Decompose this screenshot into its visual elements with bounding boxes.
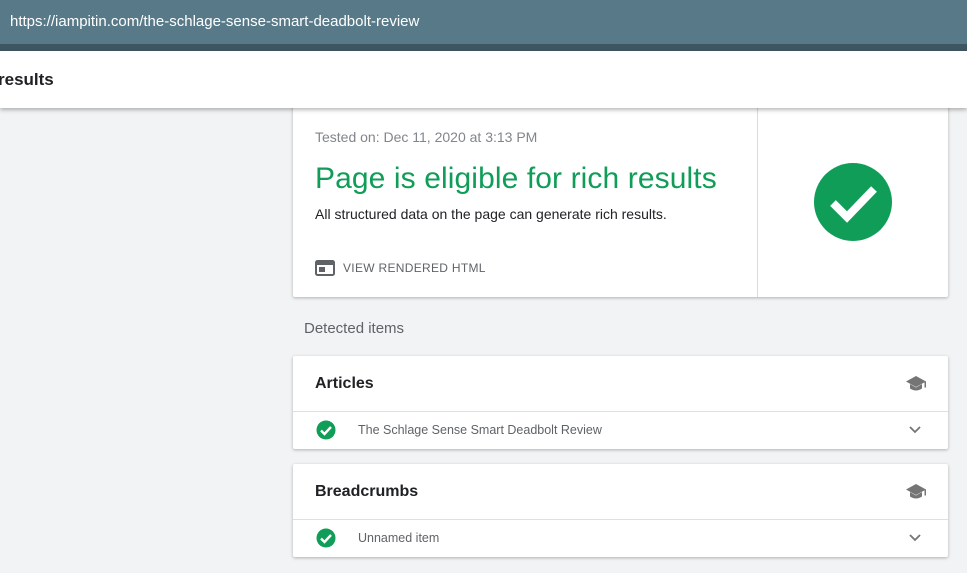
app-header: results <box>0 51 967 108</box>
check-circle-icon <box>316 420 336 440</box>
check-circle-icon <box>814 163 892 241</box>
eligibility-status-title: Page is eligible for rich results <box>315 162 717 195</box>
chevron-down-icon[interactable] <box>907 423 923 437</box>
summary-divider <box>757 100 758 297</box>
tested-on-timestamp: Tested on: Dec 11, 2020 at 3:13 PM <box>315 129 538 145</box>
group-header: Breadcrumbs <box>293 464 948 520</box>
address-bar[interactable]: https://iampitin.com/the-schlage-sense-s… <box>0 0 967 44</box>
group-title: Breadcrumbs <box>315 483 419 500</box>
browser-window-icon <box>315 260 335 276</box>
eligibility-status-description: All structured data on the page can gene… <box>315 206 667 222</box>
browser-toolbar-strip <box>0 44 967 51</box>
group-header: Articles <box>293 356 948 412</box>
detected-item-label: Unnamed item <box>358 531 440 545</box>
view-rendered-html-button[interactable]: VIEW RENDERED HTML <box>315 258 486 278</box>
graduation-cap-icon[interactable] <box>905 374 927 394</box>
page-title: results <box>0 70 54 89</box>
detected-group-breadcrumbs: Breadcrumbs Unnamed item <box>293 464 948 557</box>
url-text: https://iampitin.com/the-schlage-sense-s… <box>10 13 420 30</box>
view-rendered-html-label: VIEW RENDERED HTML <box>343 261 486 275</box>
check-circle-icon <box>316 528 336 548</box>
chevron-down-icon[interactable] <box>907 531 923 545</box>
graduation-cap-icon[interactable] <box>905 482 927 502</box>
detected-group-articles: Articles The Schlage Sense Smart Deadbol… <box>293 356 948 449</box>
detected-item-label: The Schlage Sense Smart Deadbolt Review <box>358 423 602 437</box>
detected-item-row[interactable]: The Schlage Sense Smart Deadbolt Review <box>293 412 948 449</box>
detected-items-heading: Detected items <box>304 320 405 337</box>
result-summary-card: Tested on: Dec 11, 2020 at 3:13 PM Page … <box>293 100 948 297</box>
detected-item-row[interactable]: Unnamed item <box>293 520 948 557</box>
group-title: Articles <box>315 375 374 392</box>
